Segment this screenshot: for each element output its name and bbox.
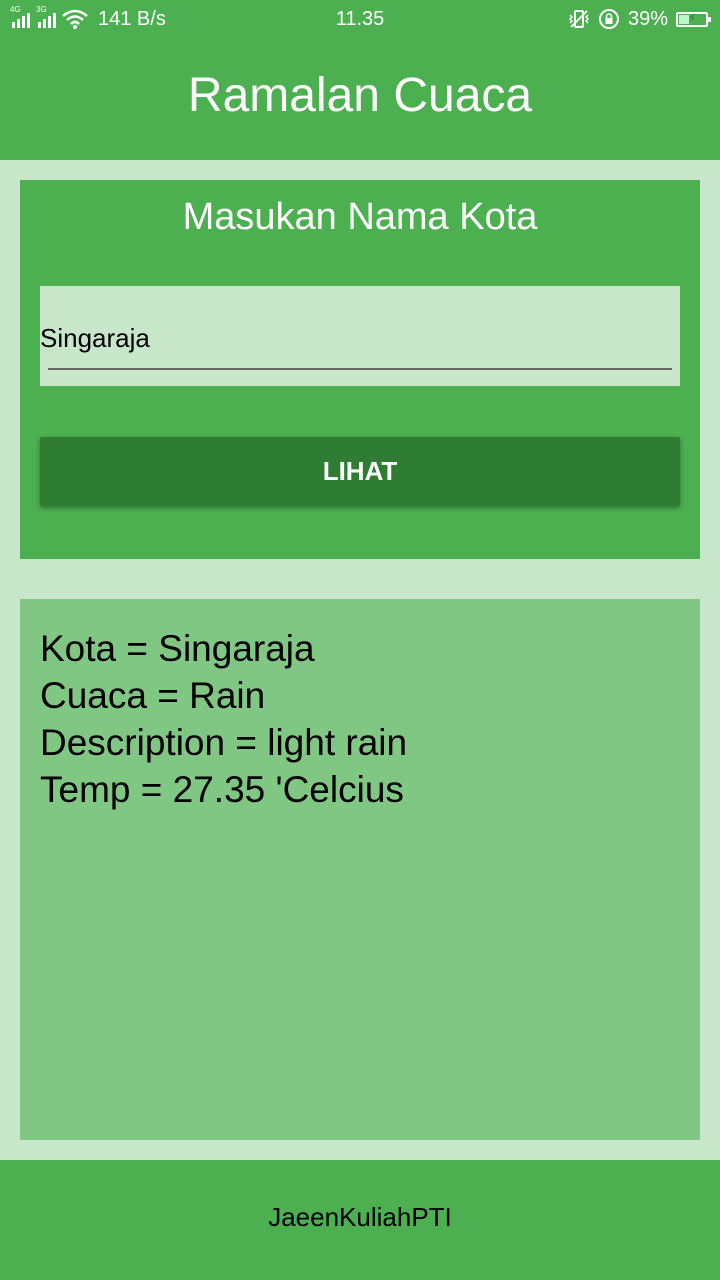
- app-title: Ramalan Cuaca: [187, 69, 533, 122]
- city-field[interactable]: [40, 286, 680, 386]
- city-input[interactable]: [40, 316, 660, 360]
- result-weather: Cuaca = Rain: [40, 675, 266, 716]
- status-right: 39% ⚡: [568, 6, 711, 32]
- result-temperature: Temp = 27.35 'Celcius: [40, 769, 404, 810]
- battery-percent: 39%: [627, 7, 668, 30]
- battery-icon: ⚡: [676, 10, 711, 27]
- input-underline: [48, 368, 672, 370]
- city-input-card: Masukan Nama Kota LIHAT: [20, 180, 700, 559]
- rotation-lock-icon: [598, 9, 619, 29]
- footer-credit: JaeenKuliahPTI: [268, 1202, 452, 1232]
- city-input-title: Masukan Nama Kota: [182, 196, 538, 238]
- weather-result-text: Kota = Singaraja Cuaca = Rain Descriptio…: [40, 625, 407, 813]
- result-city: Kota = Singaraja: [40, 628, 315, 669]
- lihat-button[interactable]: LIHAT: [40, 437, 680, 506]
- status-bar: 4G 3G 141 B/s 11.35 39% ⚡: [0, 0, 720, 40]
- footer: JaeenKuliahPTI: [0, 1160, 720, 1280]
- weather-result-card: Kota = Singaraja Cuaca = Rain Descriptio…: [20, 599, 700, 1140]
- app-bar: Ramalan Cuaca: [0, 40, 720, 160]
- result-description: Description = light rain: [40, 722, 408, 763]
- charging-icon: ⚡: [687, 10, 697, 25]
- vibrate-icon: [568, 10, 590, 28]
